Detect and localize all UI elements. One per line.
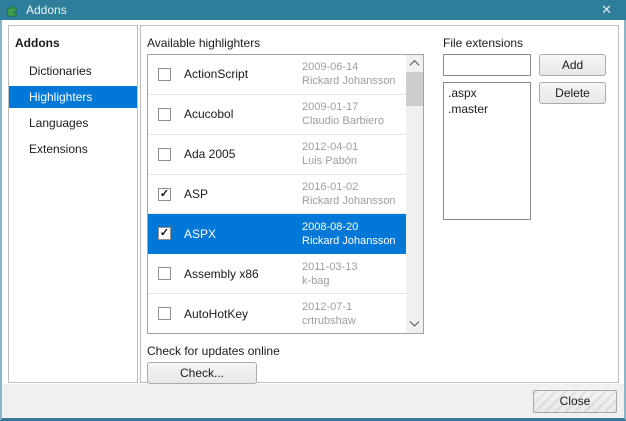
highlighter-author: k-bag <box>302 274 357 288</box>
highlighter-checkbox[interactable] <box>158 68 171 81</box>
file-extensions-label: File extensions <box>443 36 606 50</box>
check-button[interactable]: Check... <box>147 362 257 384</box>
highlighter-name: ActionScript <box>184 67 302 81</box>
highlighters-listbox: ActionScript2009-06-14Rickard JohanssonA… <box>147 54 424 334</box>
sidebar: Addons Dictionaries Highlighters Languages… <box>8 25 138 383</box>
highlighter-date: 2009-01-17 <box>302 100 384 114</box>
highlighter-author: Rickard Johansson <box>302 234 396 248</box>
scrollbar-down-button[interactable] <box>406 316 423 333</box>
highlighter-row[interactable]: Ada 20052012-04-01Luis Pabón <box>148 135 406 175</box>
dialog-content: Addons Dictionaries Highlighters Languages… <box>2 20 624 384</box>
main-panel: Available highlighters ActionScript2009-… <box>140 25 619 383</box>
extensions-listbox[interactable]: .aspx.master <box>443 82 531 220</box>
highlighter-date: 2016-01-02 <box>302 180 396 194</box>
highlighter-author: crtrubshaw <box>302 314 356 328</box>
highlighter-date: 2009-06-14 <box>302 60 396 74</box>
highlighter-rows: ActionScript2009-06-14Rickard JohanssonA… <box>148 55 406 333</box>
sidebar-item-highlighters[interactable]: Highlighters <box>9 86 137 108</box>
highlighter-name: Ada 2005 <box>184 147 302 161</box>
highlighter-checkbox[interactable]: ✓ <box>158 227 171 240</box>
highlighter-row[interactable]: ✓ ASPX2008-08-20Rickard Johansson <box>148 214 406 254</box>
highlighter-checkbox[interactable] <box>158 307 171 320</box>
sidebar-items: Dictionaries Highlighters Languages Extensi… <box>9 60 137 160</box>
extension-list-item[interactable]: .aspx <box>448 85 526 101</box>
extension-input[interactable] <box>443 54 531 76</box>
highlighter-meta: 2008-08-20Rickard Johansson <box>302 220 396 248</box>
check-updates-label: Check for updates online <box>147 344 429 358</box>
highlighter-checkbox[interactable] <box>158 267 171 280</box>
sidebar-item-extensions[interactable]: Extensions <box>9 138 137 160</box>
window-close-icon[interactable]: ✕ <box>595 2 618 18</box>
highlighter-date: 2012-04-01 <box>302 140 358 154</box>
highlighters-section: Available highlighters ActionScript2009-… <box>141 26 429 382</box>
window-title: Addons <box>26 3 595 17</box>
highlighter-meta: 2009-01-17Claudio Barbiero <box>302 100 384 128</box>
highlighter-checkbox[interactable] <box>158 108 171 121</box>
highlighter-name: Acucobol <box>184 107 302 121</box>
chevron-up-icon <box>410 60 420 70</box>
available-highlighters-label: Available highlighters <box>147 36 429 50</box>
titlebar[interactable]: Addons ✕ <box>0 0 626 20</box>
scrollbar-thumb[interactable] <box>406 72 423 106</box>
highlighter-meta: 2012-07-1crtrubshaw <box>302 300 356 328</box>
highlighter-name: Assembly x86 <box>184 267 302 281</box>
chevron-down-icon <box>410 317 420 327</box>
highlighter-author: Luis Pabón <box>302 154 358 168</box>
highlighter-name: ASPX <box>184 227 302 241</box>
highlighter-meta: 2012-04-01Luis Pabón <box>302 140 358 168</box>
highlighter-date: 2008-08-20 <box>302 220 396 234</box>
add-button[interactable]: Add <box>539 54 606 76</box>
highlighter-row[interactable]: ✓ ASP2016-01-02Rickard Johansson <box>148 175 406 215</box>
highlighter-row[interactable]: Acucobol2009-01-17Claudio Barbiero <box>148 95 406 135</box>
highlighter-date: 2011-03-13 <box>302 260 357 274</box>
scrollbar-up-button[interactable] <box>406 55 423 72</box>
highlighter-row[interactable]: ActionScript2009-06-14Rickard Johansson <box>148 55 406 95</box>
sidebar-item-dictionaries[interactable]: Dictionaries <box>9 60 137 82</box>
puzzle-icon <box>6 3 20 17</box>
highlighter-row[interactable]: AutoHotKey2012-07-1crtrubshaw <box>148 294 406 333</box>
highlighter-name: ASP <box>184 187 302 201</box>
highlighter-author: Rickard Johansson <box>302 74 396 88</box>
highlighter-meta: 2016-01-02Rickard Johansson <box>302 180 396 208</box>
close-button[interactable]: Close <box>533 390 617 413</box>
highlighter-author: Claudio Barbiero <box>302 114 384 128</box>
delete-button[interactable]: Delete <box>539 82 606 104</box>
highlighter-checkbox[interactable]: ✓ <box>158 188 171 201</box>
dialog-footer: Close <box>2 384 624 418</box>
highlighter-date: 2012-07-1 <box>302 300 356 314</box>
highlighter-row[interactable]: Assembly x862011-03-13k-bag <box>148 254 406 294</box>
highlighter-meta: 2011-03-13k-bag <box>302 260 357 288</box>
extension-list-item[interactable]: .master <box>448 101 526 117</box>
sidebar-header: Addons <box>9 34 137 60</box>
file-extensions-section: File extensions Add .aspx.master Delete <box>429 26 618 382</box>
addons-dialog: Addons ✕ Addons Dictionaries Highlighters… <box>0 0 626 421</box>
sidebar-item-languages[interactable]: Languages <box>9 112 137 134</box>
highlighter-name: AutoHotKey <box>184 307 302 321</box>
vertical-scrollbar[interactable] <box>406 55 423 333</box>
highlighter-author: Rickard Johansson <box>302 194 396 208</box>
highlighter-checkbox[interactable] <box>158 148 171 161</box>
highlighter-meta: 2009-06-14Rickard Johansson <box>302 60 396 88</box>
